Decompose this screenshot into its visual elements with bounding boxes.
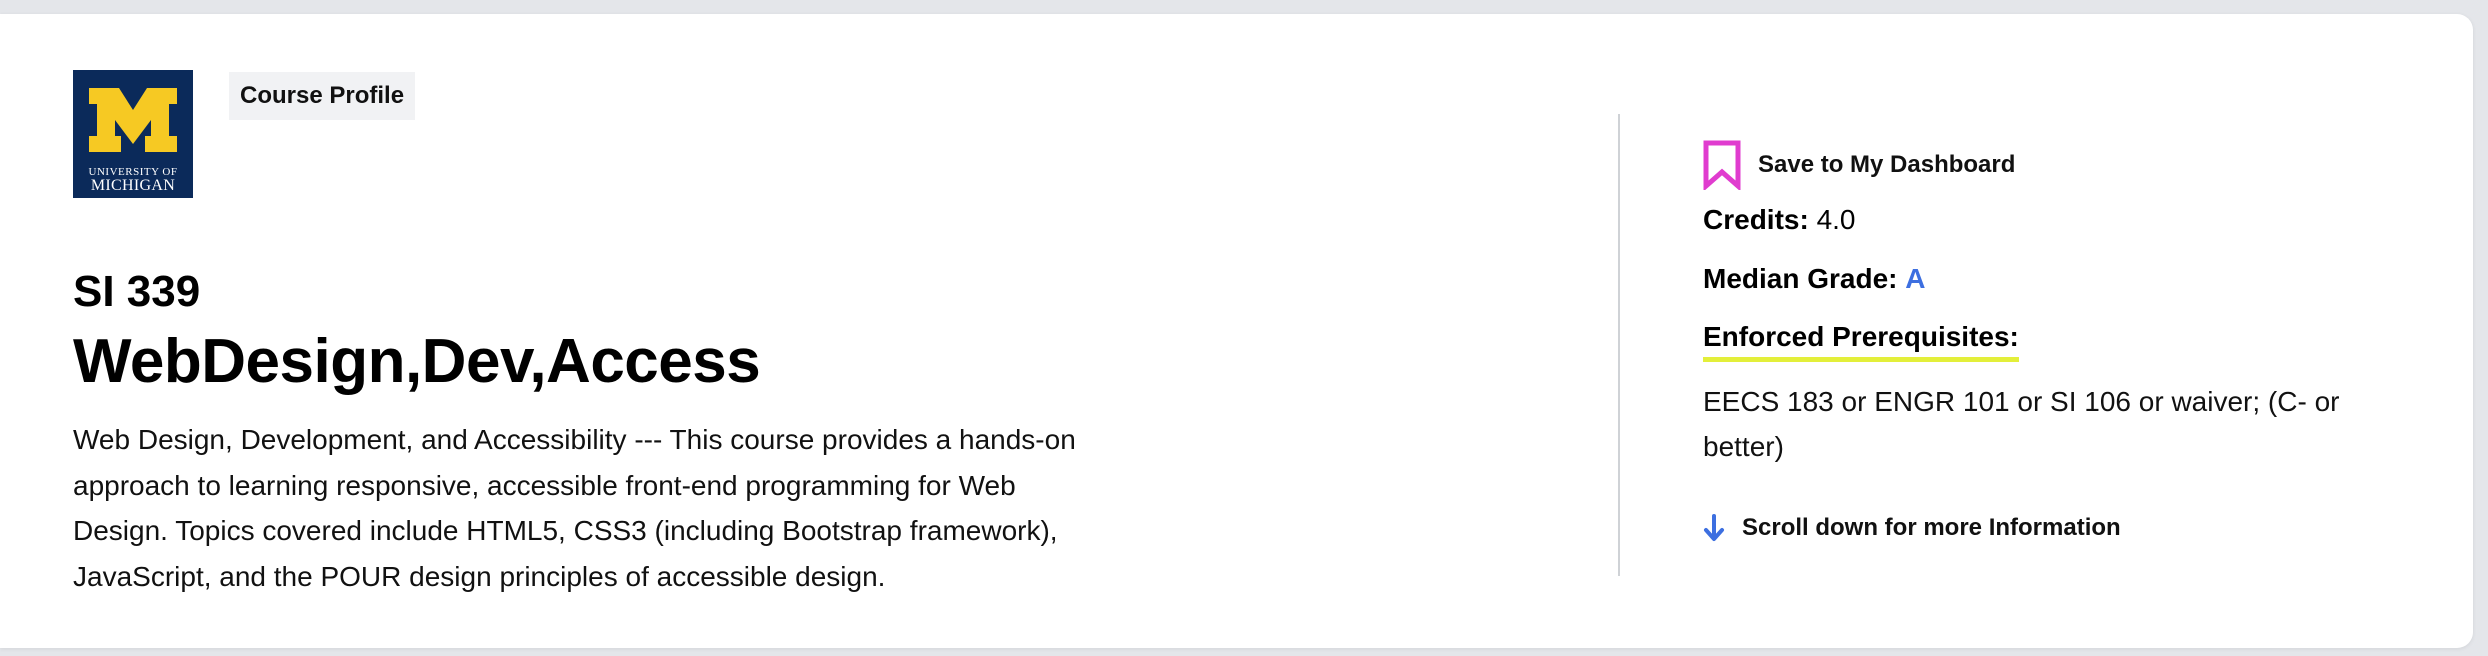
scroll-down-link[interactable]: Scroll down for more Information <box>1703 514 2121 542</box>
bookmark-icon <box>1703 140 1741 190</box>
credits-value: 4.0 <box>1816 204 1856 235</box>
course-description: Web Design, Development, and Accessibili… <box>73 424 1076 592</box>
course-code: SI 339 <box>73 267 201 316</box>
median-grade-value: A <box>1905 263 1926 294</box>
course-profile-badge: Course Profile <box>229 72 416 120</box>
enforced-prerequisites-text: EECS 183 or ENGR 101 or SI 106 or waiver… <box>1703 386 2340 462</box>
vertical-divider <box>1618 114 1620 576</box>
save-to-dashboard-button[interactable]: Save to My Dashboard <box>1703 140 2015 190</box>
arrow-down-icon <box>1704 514 1724 541</box>
median-grade-row: Median Grade: A <box>1703 263 1926 295</box>
course-profile-card: UNIVERSITY OF MICHIGAN Course Profile SI… <box>0 14 2473 648</box>
median-grade-label: Median Grade: <box>1703 263 1898 294</box>
scroll-down-label: Scroll down for more Information <box>1742 514 2121 541</box>
logo-text-michigan: MICHIGAN <box>90 177 176 194</box>
credits-row: Credits: 4.0 <box>1703 204 1856 236</box>
enforced-prerequisites-heading: Enforced Prerequisites: <box>1703 321 2019 362</box>
save-to-dashboard-label: Save to My Dashboard <box>1758 151 2016 178</box>
university-of-michigan-logo: UNIVERSITY OF MICHIGAN <box>73 70 193 198</box>
course-title: WebDesign,Dev,Access <box>73 327 761 396</box>
credits-label: Credits: <box>1703 204 1809 235</box>
block-m-icon <box>89 88 177 152</box>
